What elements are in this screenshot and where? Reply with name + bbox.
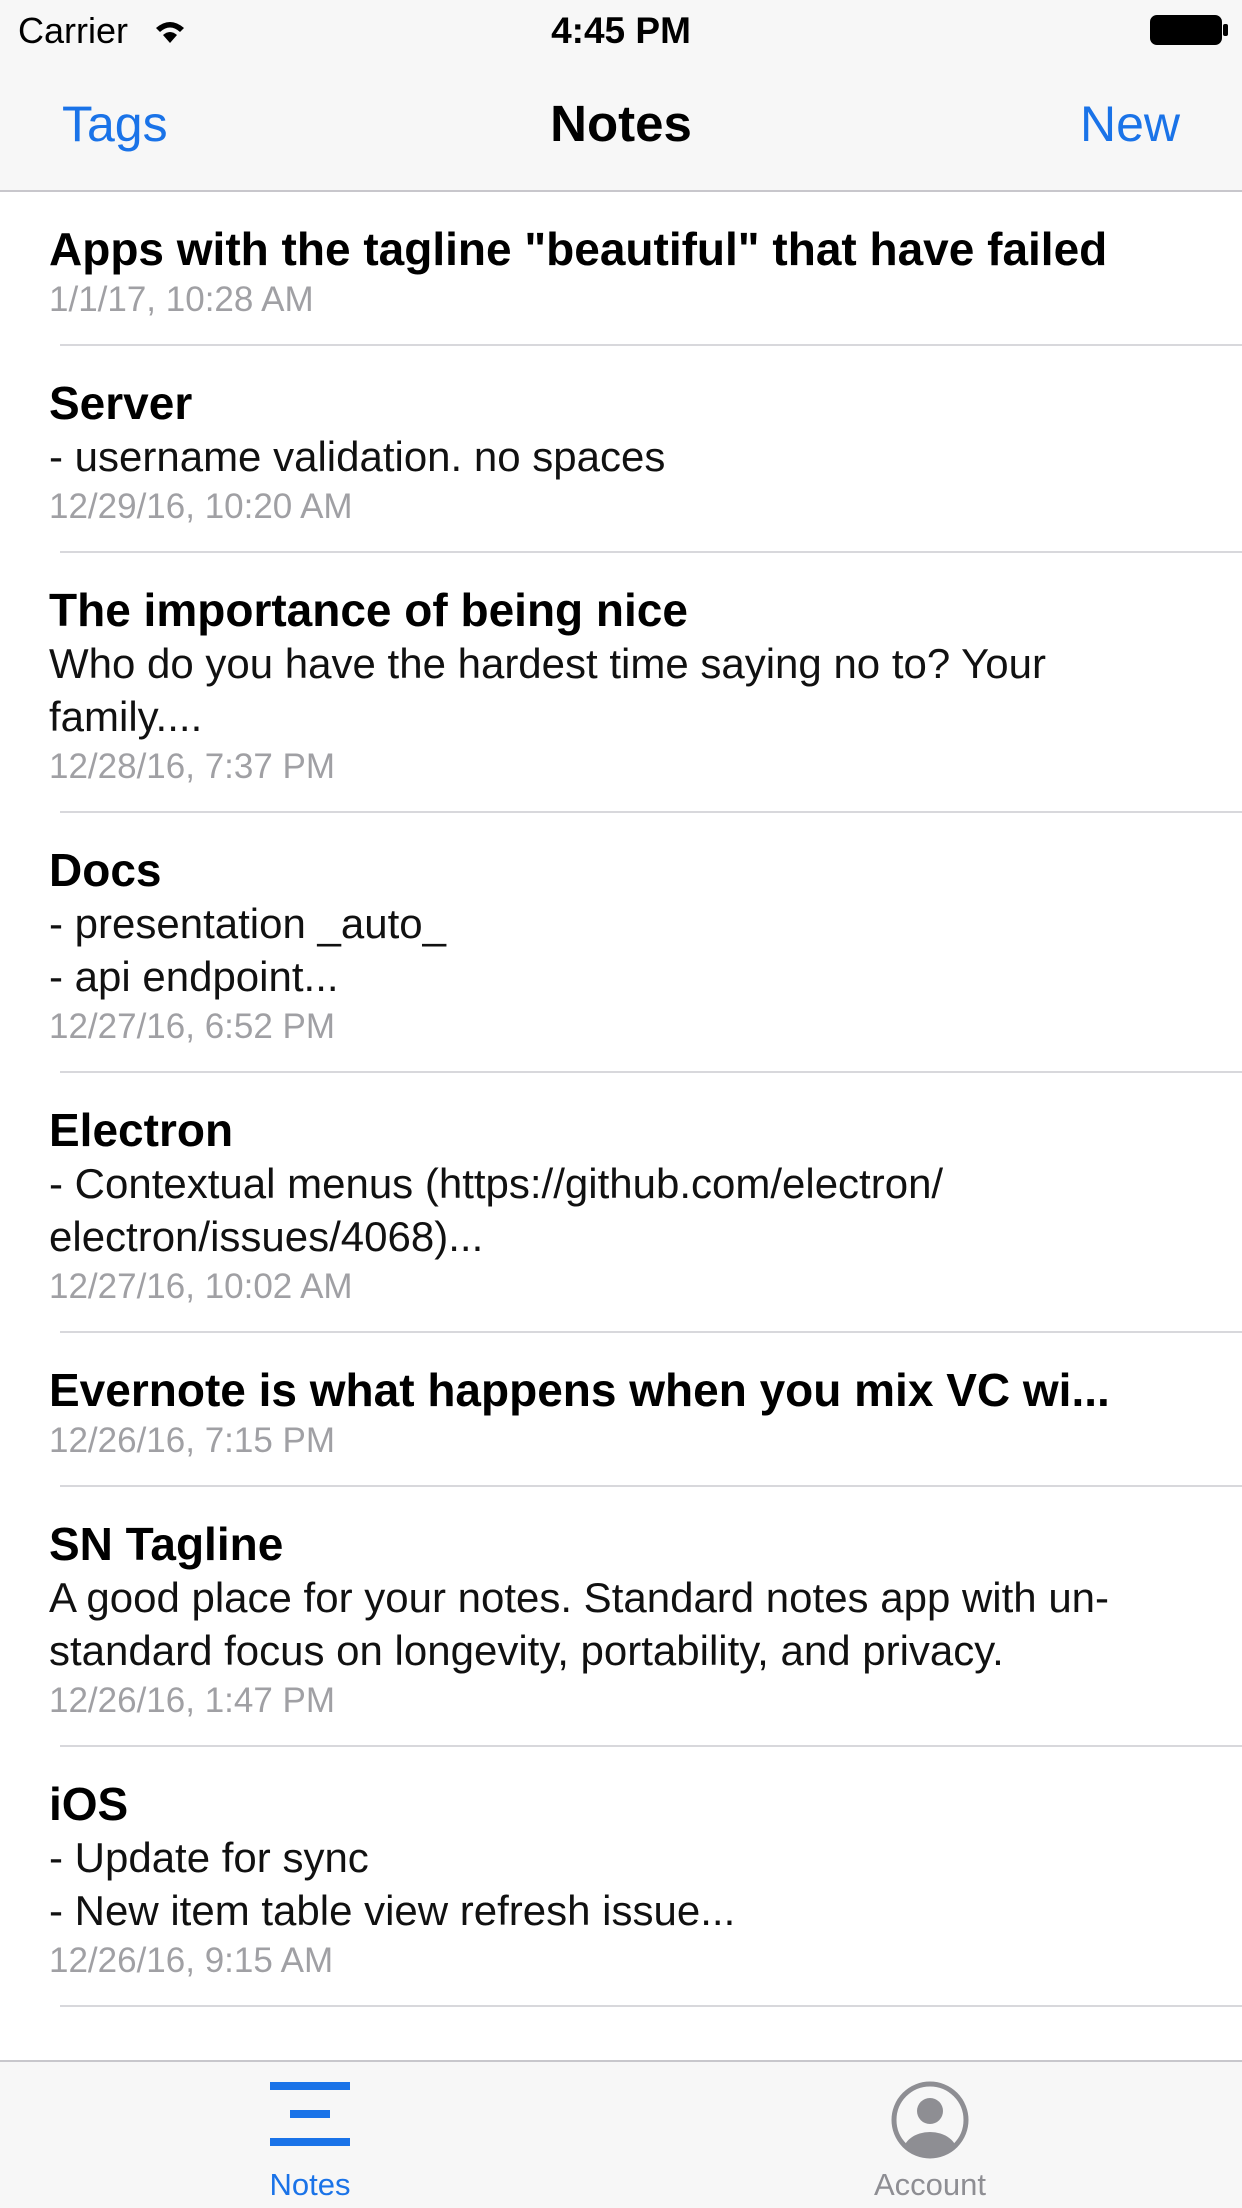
navigation-bar: Tags Notes New [0,60,1242,192]
note-title: Apps with the tagline "beautiful" that h… [49,223,1108,275]
status-time: 4:45 PM [551,10,691,51]
note-title: Docs [49,844,162,896]
note-row[interactable]: SN Tagline A good place for your notes. S… [0,1487,1242,1747]
tab-notes-label: Notes [269,2167,351,2202]
note-title: Electron [49,1104,234,1156]
tab-bar: Notes Account [0,2060,1242,2208]
battery-icon [1150,15,1228,45]
tab-account-label: Account [873,2167,986,2202]
note-date: 12/26/16, 1:47 PM [49,1681,336,1720]
tab-notes[interactable]: Notes [160,2062,460,2208]
status-bar: Carrier 4:45 PM [0,0,1242,60]
note-title: Server [49,377,193,429]
note-preview: Who do you have the hardest time saying … [49,640,1046,740]
account-icon [891,2081,969,2159]
note-preview: - presentation _auto_ - api endpoint... [49,900,446,1000]
note-row[interactable]: Docs - presentation _auto_ - api endpoint… [0,813,1242,1073]
tab-account[interactable]: Account [780,2062,1080,2208]
note-date: 1/1/17, 10:28 AM [49,280,314,319]
note-title: SN Tagline [49,1518,284,1570]
note-row[interactable]: Electron - Contextual menus (https://gith… [0,1073,1242,1333]
note-row[interactable]: Evernote is what happens when you mix VC… [0,1333,1242,1487]
note-date: 12/27/16, 6:52 PM [49,1007,336,1046]
note-row[interactable]: iOS - Update for sync - New item table vi… [0,1747,1242,2007]
note-date: 12/29/16, 10:20 AM [49,487,353,526]
note-preview: - Contextual menus (https://github.com/e… [49,1160,944,1260]
note-row[interactable]: The importance of being nice Who do you h… [0,553,1242,813]
note-title: Evernote is what happens when you mix VC… [49,1364,1110,1416]
new-note-button[interactable]: New [1080,94,1180,154]
note-title: The importance of being nice [49,584,688,636]
page-title: Notes [550,95,692,152]
list-icon [270,2082,350,2146]
note-preview: - username validation. no spaces [49,433,666,480]
note-date: 12/27/16, 10:02 AM [49,1267,353,1306]
note-preview: A good place for your notes. Standard no… [49,1574,1110,1674]
note-row[interactable]: Apps with the tagline "beautiful" that h… [0,192,1242,346]
note-date: 12/26/16, 7:15 PM [49,1421,336,1460]
note-date: 12/28/16, 7:37 PM [49,747,336,786]
note-preview: - Update for sync - New item table view … [49,1834,736,1934]
notes-list[interactable]: Apps with the tagline "beautiful" that h… [0,192,1242,2060]
note-row[interactable]: Server - username validation. no spaces 12… [0,346,1242,553]
note-date: 12/26/16, 9:15 AM [49,1941,334,1980]
note-title: iOS [49,1778,129,1830]
